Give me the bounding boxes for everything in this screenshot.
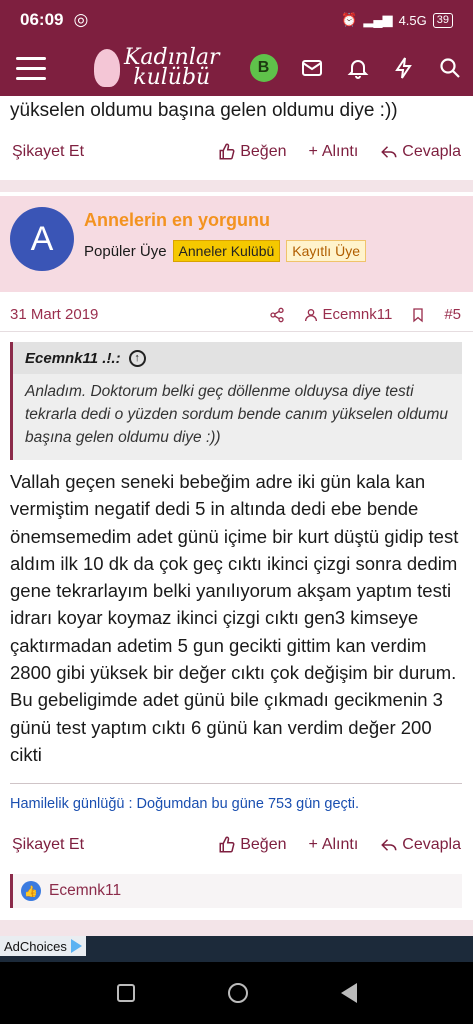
reply-to-user[interactable]: Ecemnk11 <box>303 306 393 323</box>
status-icons: ⏰ ▂▄▆ 4.5G 39 <box>341 12 453 28</box>
recents-icon[interactable] <box>116 984 135 1002</box>
home-icon[interactable] <box>227 983 248 1003</box>
like-button[interactable]: Beğen <box>218 836 286 854</box>
quote-label: Alıntı <box>321 143 359 160</box>
status-bar: 06:09 ◎ ⏰ ▂▄▆ 4.5G 39 <box>0 0 473 40</box>
like-button[interactable]: Beğen <box>218 143 286 161</box>
quote-header[interactable]: Ecemnk11 .!.: ↑ <box>13 342 462 374</box>
post-number[interactable]: #5 <box>444 306 461 323</box>
quote-block: Ecemnk11 .!.: ↑ Anladım. Doktorum belki … <box>10 342 462 460</box>
adchoices-icon <box>70 939 82 953</box>
adchoices-label[interactable]: AdChoices <box>0 936 86 956</box>
logo-line-2: kulübü <box>133 65 211 90</box>
menu-icon[interactable] <box>16 56 46 80</box>
plus-icon: + <box>308 836 318 853</box>
adchoices-text: AdChoices <box>4 938 67 954</box>
system-nav-bar <box>0 962 473 1024</box>
status-time: 06:09 <box>20 10 64 29</box>
user-rank: Popüler Üye <box>84 242 167 260</box>
user-avatar[interactable]: A <box>10 207 74 271</box>
user-avatar-button[interactable]: B <box>249 54 278 82</box>
post-meta: 31 Mart 2019 Ecemnk11 #5 <box>0 298 473 332</box>
previous-post-text: yükselen oldumu başına gelen oldumu diye… <box>10 100 398 121</box>
post-date[interactable]: 31 Mart 2019 <box>10 306 98 323</box>
share-icon[interactable] <box>269 307 285 323</box>
plus-icon: + <box>308 143 318 160</box>
arrow-up-icon[interactable]: ↑ <box>128 349 146 367</box>
signal-icon: ▂▄▆ <box>363 12 393 27</box>
settings-status-icon: ◎ <box>73 10 89 29</box>
likes-bar: 👍 Ecemnk11 <box>10 874 462 908</box>
user-tags: Popüler Üye Anneler Kulübü Kayıtlı Üye <box>84 240 366 262</box>
liked-by-user[interactable]: Ecemnk11 <box>49 882 121 900</box>
post-actions: Şikayet Et Beğen + Alıntı Cevapla <box>0 830 473 860</box>
quote-label: Alıntı <box>321 836 359 853</box>
signature-divider <box>10 783 462 784</box>
reply-label: Cevapla <box>402 836 461 853</box>
battery-indicator: 39 <box>432 12 453 28</box>
like-label: Beğen <box>240 143 287 160</box>
search-icon[interactable] <box>438 56 462 80</box>
ad-banner[interactable]: AdChoices <box>0 936 473 962</box>
quote-text: Anladım. Doktorum belki geç döllenme old… <box>25 383 449 446</box>
alarm-icon: ⏰ <box>341 12 358 27</box>
post-body: Vallah geçen seneki bebeğim adre iki gün… <box>10 471 459 765</box>
user-icon <box>304 308 317 321</box>
thumbs-up-icon <box>219 143 235 160</box>
post-divider <box>0 180 473 192</box>
username-link[interactable]: Annelerin en yorgunu <box>84 210 270 231</box>
site-logo[interactable]: Kadınlar kulübü <box>94 47 220 90</box>
bookmark-icon[interactable] <box>410 307 426 323</box>
like-reaction-icon: 👍 <box>21 881 41 901</box>
back-icon[interactable] <box>340 983 357 1003</box>
bell-icon[interactable] <box>346 56 370 80</box>
mail-icon[interactable] <box>300 56 324 80</box>
post-divider-bottom <box>0 920 473 936</box>
user-banner-club: Anneler Kulübü <box>172 240 281 262</box>
reply-label: Cevapla <box>402 143 461 160</box>
quote-button[interactable]: + Alıntı <box>308 143 358 161</box>
bolt-icon[interactable] <box>392 56 416 80</box>
reply-button[interactable]: Cevapla <box>380 143 461 161</box>
logo-mark-icon <box>94 49 120 87</box>
report-button[interactable]: Şikayet Et <box>12 143 84 161</box>
network-label: 4.5G <box>398 12 427 28</box>
thumbs-up-icon <box>219 836 235 853</box>
reply-to-name: Ecemnk11 <box>322 306 393 323</box>
user-banner-registered: Kayıtlı Üye <box>286 240 366 262</box>
app-header: Kadınlar kulübü B <box>0 40 473 96</box>
quote-author: Ecemnk11 .!.: <box>25 349 121 367</box>
post-user-block: A Annelerin en yorgunu Popüler Üye Annel… <box>0 196 473 292</box>
like-label: Beğen <box>240 836 287 853</box>
reply-icon <box>381 839 397 851</box>
reply-icon <box>381 146 397 158</box>
quote-button[interactable]: + Alıntı <box>308 836 358 854</box>
previous-post-actions: Şikayet Et Beğen + Alıntı Cevapla <box>0 137 473 167</box>
report-button[interactable]: Şikayet Et <box>12 836 84 854</box>
reply-button[interactable]: Cevapla <box>380 836 461 854</box>
signature-text[interactable]: Hamilelik günlüğü : Doğumdan bu güne 753… <box>10 796 359 812</box>
